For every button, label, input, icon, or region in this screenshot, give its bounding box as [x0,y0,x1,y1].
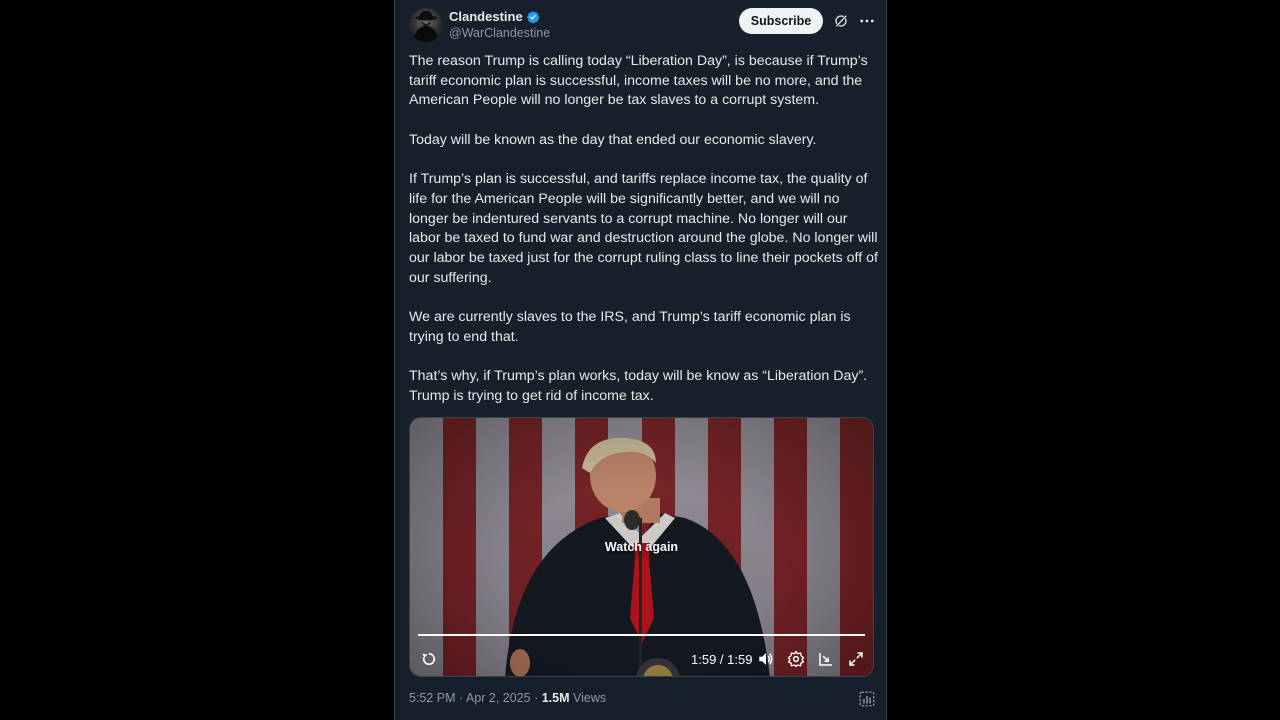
tweet-timestamp[interactable]: 5:52 PM · Apr 2, 2025 [409,691,531,705]
views-count: 1.5M [541,691,570,705]
video-progress-bar[interactable] [418,634,865,636]
replay-icon[interactable] [420,650,438,668]
views-label: Views [569,691,607,705]
tweet-paragraph: That’s why, if Trump’s plan works, today… [409,368,868,404]
pip-icon[interactable] [817,650,835,668]
fullscreen-icon[interactable] [847,650,865,668]
tweet-meta: 5:52 PM · Apr 2, 2025 · 1.5M Views [409,691,606,705]
verified-badge-icon [526,10,539,23]
tweet-paragraph: If Trump’s plan is successful, and tarif… [409,171,878,286]
author-handle[interactable]: @WarClandestine [449,26,550,40]
video-progress-fill [418,634,865,636]
tweet-card: Clandestine @WarClandestine Subscribe Th… [394,0,887,720]
subscribe-button[interactable]: Subscribe [739,8,823,34]
video-time: 1:59 / 1:59 [691,652,753,667]
grok-icon[interactable] [833,13,849,29]
tweet-text: The reason Trump is calling today “Liber… [409,52,879,407]
video-controls: 1:59 / 1:59 [410,648,873,672]
volume-icon[interactable] [757,650,775,668]
avatar[interactable] [409,8,443,42]
video-player[interactable]: Watch again 1:59 / 1:59 [409,417,874,677]
author-name[interactable]: Clandestine [449,9,523,24]
tweet-paragraph: Today will be known as the day that ende… [409,131,817,148]
avatar-image [413,11,439,42]
meta-separator: · [530,691,542,705]
tweet-header: Clandestine @WarClandestine Subscribe [409,8,874,44]
analytics-icon[interactable] [858,690,876,708]
watch-again-label[interactable]: Watch again [410,540,873,554]
settings-icon[interactable] [787,650,805,668]
tweet-paragraph: The reason Trump is calling today “Liber… [409,53,868,109]
more-icon[interactable] [858,12,876,30]
tweet-paragraph: We are currently slaves to the IRS, and … [409,309,851,345]
